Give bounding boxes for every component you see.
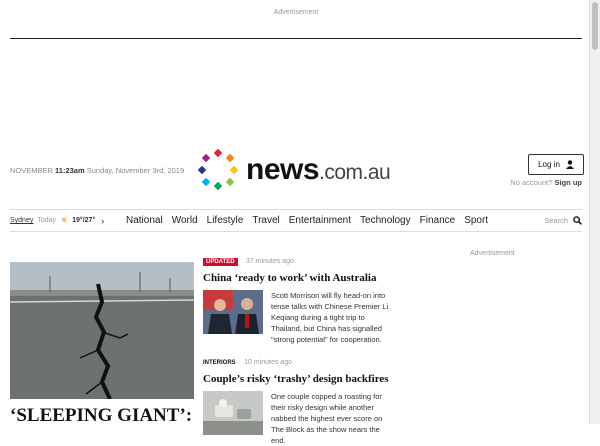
ad-label: Advertisement xyxy=(273,9,319,16)
hero-image[interactable] xyxy=(10,262,194,399)
sidebar-ad-label: Advertisement xyxy=(470,250,515,257)
current-date: Sunday, November 3rd, 2019 xyxy=(86,166,185,175)
signup-link[interactable]: Sign up xyxy=(555,178,583,187)
login-button[interactable]: Log in xyxy=(528,154,584,175)
user-icon xyxy=(565,160,574,169)
updated-badge: UPDATED xyxy=(203,258,238,266)
sun-icon: ☀ xyxy=(60,215,69,225)
story-time: 10 minutes ago xyxy=(244,359,292,366)
nav-link-lifestyle[interactable]: Lifestyle xyxy=(207,215,244,226)
nav-link-entertainment[interactable]: Entertainment xyxy=(289,215,351,226)
ad-divider xyxy=(10,38,582,39)
logo-wordmark: news.com.au xyxy=(246,152,391,191)
date-prefix: NOVEMBER xyxy=(10,166,53,175)
story-thumbnail[interactable] xyxy=(203,290,263,334)
nav-link-national[interactable]: National xyxy=(126,215,163,226)
story-thumbnail[interactable] xyxy=(203,391,263,435)
signup-prompt: No account? Sign up xyxy=(510,178,582,187)
story-summary: One couple copped a roasting for their r… xyxy=(271,392,383,445)
story-meta: UPDATED 37 minutes ago xyxy=(203,250,391,268)
story-time: 37 minutes ago xyxy=(246,258,294,265)
nav-links: National World Lifestyle Travel Entertai… xyxy=(126,215,488,226)
story-column: UPDATED 37 minutes ago China ‘ready to w… xyxy=(203,250,391,446)
scrollbar[interactable] xyxy=(589,0,600,424)
story-body: Scott Morrison will fly head-on into ten… xyxy=(203,290,391,345)
chevron-right-icon[interactable]: › xyxy=(101,216,104,226)
main-nav: Sydney Today ☀ 19°/27° › National World … xyxy=(10,209,582,232)
logo-dots-icon xyxy=(197,148,239,191)
nav-link-technology[interactable]: Technology xyxy=(360,215,411,226)
weather-temps: 19°/27° xyxy=(72,217,96,224)
nav-link-world[interactable]: World xyxy=(172,215,198,226)
no-account-text: No account? xyxy=(510,178,553,187)
weather-city[interactable]: Sydney xyxy=(10,217,33,224)
story-body: One couple copped a roasting for their r… xyxy=(203,391,391,446)
nav-link-travel[interactable]: Travel xyxy=(252,215,279,226)
weather-widget[interactable]: Sydney Today ☀ 19°/27° › xyxy=(10,215,126,226)
logo-domain: .com.au xyxy=(319,161,391,184)
story-headline[interactable]: China ‘ready to work’ with Australia xyxy=(203,272,391,284)
logo-main: news xyxy=(246,153,320,186)
road-crack-image xyxy=(10,262,194,399)
nav-link-sport[interactable]: Sport xyxy=(464,215,488,226)
search-label: Search xyxy=(544,216,568,225)
story-summary: Scott Morrison will fly head-on into ten… xyxy=(271,291,389,344)
weather-day: Today xyxy=(37,217,57,224)
story-meta: INTERIORS 10 minutes ago xyxy=(203,351,391,369)
story-headline[interactable]: Couple’s risky ‘trashy’ design backfires xyxy=(203,373,391,385)
story-kicker[interactable]: INTERIORS xyxy=(203,360,236,366)
current-time: 11:23am xyxy=(55,166,85,175)
search-button[interactable]: Search xyxy=(544,210,582,231)
login-label: Log in xyxy=(538,160,560,169)
nav-link-finance[interactable]: Finance xyxy=(420,215,456,226)
scrollbar-thumb[interactable] xyxy=(592,2,598,50)
site-logo[interactable]: news.com.au xyxy=(196,148,406,192)
search-icon xyxy=(573,216,582,225)
masthead-date: NOVEMBER 11:23am Sunday, November 3rd, 2… xyxy=(10,166,184,175)
